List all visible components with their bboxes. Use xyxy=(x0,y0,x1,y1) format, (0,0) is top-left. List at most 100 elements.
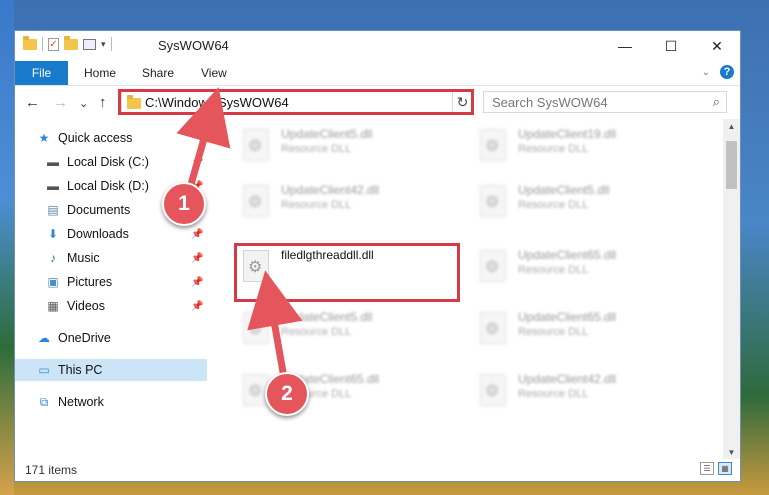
network-glyph: ⧉ xyxy=(39,394,49,409)
help-icon[interactable]: ? xyxy=(720,65,734,79)
recent-locations-icon[interactable]: ⌄ xyxy=(79,97,88,110)
file-type: Resource DLL xyxy=(518,143,589,155)
sidebar-item-label: OneDrive xyxy=(58,331,111,345)
status-bar: 171 items ☰ ▦ xyxy=(15,459,740,481)
star-icon: ★ xyxy=(37,131,51,145)
sidebar-item-network[interactable]: ⧉ Network xyxy=(15,391,207,413)
properties-check-icon[interactable]: ✓ xyxy=(48,37,59,51)
pin-icon[interactable]: 📌 xyxy=(191,301,203,312)
sidebar-item-videos[interactable]: ▦ Videos 📌 xyxy=(15,295,207,317)
pin-icon[interactable]: 📌 xyxy=(191,229,203,240)
search-icon[interactable]: ⌕ xyxy=(713,94,720,110)
tab-home[interactable]: Home xyxy=(84,61,116,85)
dll-file-icon xyxy=(243,312,269,344)
file-type: Resource DLL xyxy=(518,264,589,276)
file-item[interactable]: UpdateClient5.dll Resource DLL xyxy=(235,308,435,352)
dll-file-icon xyxy=(480,250,506,282)
file-highlight-box xyxy=(234,243,460,302)
downloads-glyph: ⬇ xyxy=(47,227,59,241)
desktop-background xyxy=(0,0,14,495)
step-badge-2: 2 xyxy=(265,372,309,416)
tab-share[interactable]: Share xyxy=(142,61,174,85)
dll-file-icon xyxy=(243,185,269,217)
file-explorer-window: ✓ ▾ SysWOW64 — ☐ ✕ File Home Share View … xyxy=(14,30,741,482)
new-folder-icon[interactable] xyxy=(64,35,78,50)
sidebar-item-label: Videos xyxy=(67,299,105,313)
tab-view[interactable]: View xyxy=(201,61,227,85)
customize-dropdown-icon[interactable]: ▾ xyxy=(101,39,106,50)
customize-icon[interactable] xyxy=(83,38,96,50)
expand-ribbon-icon[interactable]: ⌄ xyxy=(702,67,710,78)
search-input[interactable]: Search SysWOW64 xyxy=(492,95,608,110)
sidebar-item-label: Quick access xyxy=(58,131,133,145)
toolbar-separator xyxy=(110,37,112,51)
file-item[interactable]: UpdateClient65.dll Resource DLL xyxy=(472,246,672,290)
file-type: Resource DLL xyxy=(518,388,589,400)
pin-icon[interactable]: 📌 xyxy=(191,253,203,264)
computer-icon: ▭ xyxy=(37,363,51,377)
videos-glyph: ▦ xyxy=(47,299,59,313)
close-button[interactable]: ✕ xyxy=(694,31,740,61)
file-name: UpdateClient42.dll xyxy=(281,183,380,197)
file-name: UpdateClient5.dll xyxy=(281,310,373,324)
folder-icon[interactable] xyxy=(23,35,37,50)
file-type: Resource DLL xyxy=(518,199,589,211)
file-item[interactable]: UpdateClient5.dll Resource DLL xyxy=(472,181,672,225)
step-badge-1: 1 xyxy=(162,182,206,226)
sidebar-item-local-disk-c[interactable]: ▬ Local Disk (C:) 📌 xyxy=(15,151,207,173)
maximize-button[interactable]: ☐ xyxy=(648,31,694,61)
toolbar-separator xyxy=(42,37,43,51)
scroll-up-icon[interactable]: ▲ xyxy=(723,119,740,133)
back-arrow-icon[interactable]: ← xyxy=(25,94,40,111)
music-icon: ♪ xyxy=(46,251,60,265)
pin-icon[interactable]: 📌 xyxy=(191,157,203,168)
sidebar-item-this-pc[interactable]: ▭ This PC xyxy=(15,359,207,381)
address-highlight-box xyxy=(118,89,474,115)
dll-file-icon xyxy=(480,374,506,406)
scroll-down-icon[interactable]: ▼ xyxy=(723,445,740,459)
file-name: UpdateClient5.dll xyxy=(518,183,610,197)
sidebar-item-downloads[interactable]: ⬇ Downloads 📌 xyxy=(15,223,207,245)
window-controls: — ☐ ✕ xyxy=(602,31,740,61)
drive-icon: ▬ xyxy=(46,179,60,193)
sidebar-item-label: Local Disk (D:) xyxy=(67,179,149,193)
file-name: UpdateClient65.dll xyxy=(518,310,617,324)
sidebar-item-quick-access[interactable]: ★ Quick access xyxy=(15,127,207,149)
sidebar-item-onedrive[interactable]: ☁ OneDrive xyxy=(15,327,207,349)
vertical-scrollbar[interactable]: ▲ ▼ xyxy=(723,119,740,459)
file-type: Resource DLL xyxy=(281,326,352,338)
file-item[interactable]: UpdateClient19.dll Resource DLL xyxy=(472,125,672,169)
pin-icon[interactable]: 📌 xyxy=(191,277,203,288)
ribbon-tabs: File Home Share View ⌄ ? xyxy=(15,61,740,85)
minimize-button[interactable]: — xyxy=(602,31,648,61)
sidebar-item-music[interactable]: ♪ Music 📌 xyxy=(15,247,207,269)
network-icon: ⧉ xyxy=(37,394,51,409)
dll-file-icon xyxy=(243,129,269,161)
search-box[interactable]: Search SysWOW64 ⌕ xyxy=(483,91,727,113)
pictures-icon: ▣ xyxy=(46,275,60,289)
star-glyph: ★ xyxy=(38,131,50,145)
view-switcher: ☰ ▦ xyxy=(700,462,732,475)
file-name: UpdateClient65.dll xyxy=(518,248,617,262)
navigation-pane: ★ Quick access ▬ Local Disk (C:) 📌 ▬ Loc… xyxy=(15,119,207,459)
file-item[interactable]: UpdateClient5.dll Resource DLL xyxy=(235,125,435,169)
up-arrow-icon[interactable]: ↑ xyxy=(99,94,107,111)
details-view-icon[interactable]: ☰ xyxy=(700,462,714,475)
videos-icon: ▦ xyxy=(46,299,60,313)
title-bar: ✓ ▾ SysWOW64 — ☐ ✕ xyxy=(15,31,740,61)
large-icons-view-icon[interactable]: ▦ xyxy=(718,462,732,475)
file-type: Resource DLL xyxy=(281,143,352,155)
file-item[interactable]: UpdateClient42.dll Resource DLL xyxy=(472,370,672,414)
tab-file[interactable]: File xyxy=(15,61,68,85)
file-name: UpdateClient42.dll xyxy=(518,372,617,386)
sidebar-item-pictures[interactable]: ▣ Pictures 📌 xyxy=(15,271,207,293)
sidebar-item-label: This PC xyxy=(58,363,103,377)
sidebar-item-label: Pictures xyxy=(67,275,113,289)
forward-arrow-icon[interactable]: → xyxy=(53,94,68,111)
scroll-thumb[interactable] xyxy=(726,141,737,189)
file-item[interactable]: UpdateClient42.dll Resource DLL xyxy=(235,181,435,225)
sidebar-item-label: Network xyxy=(58,395,104,409)
ribbon-right-controls: ⌄ ? xyxy=(702,65,734,79)
file-item[interactable]: UpdateClient65.dll Resource DLL xyxy=(472,308,672,352)
music-glyph: ♪ xyxy=(50,251,56,265)
